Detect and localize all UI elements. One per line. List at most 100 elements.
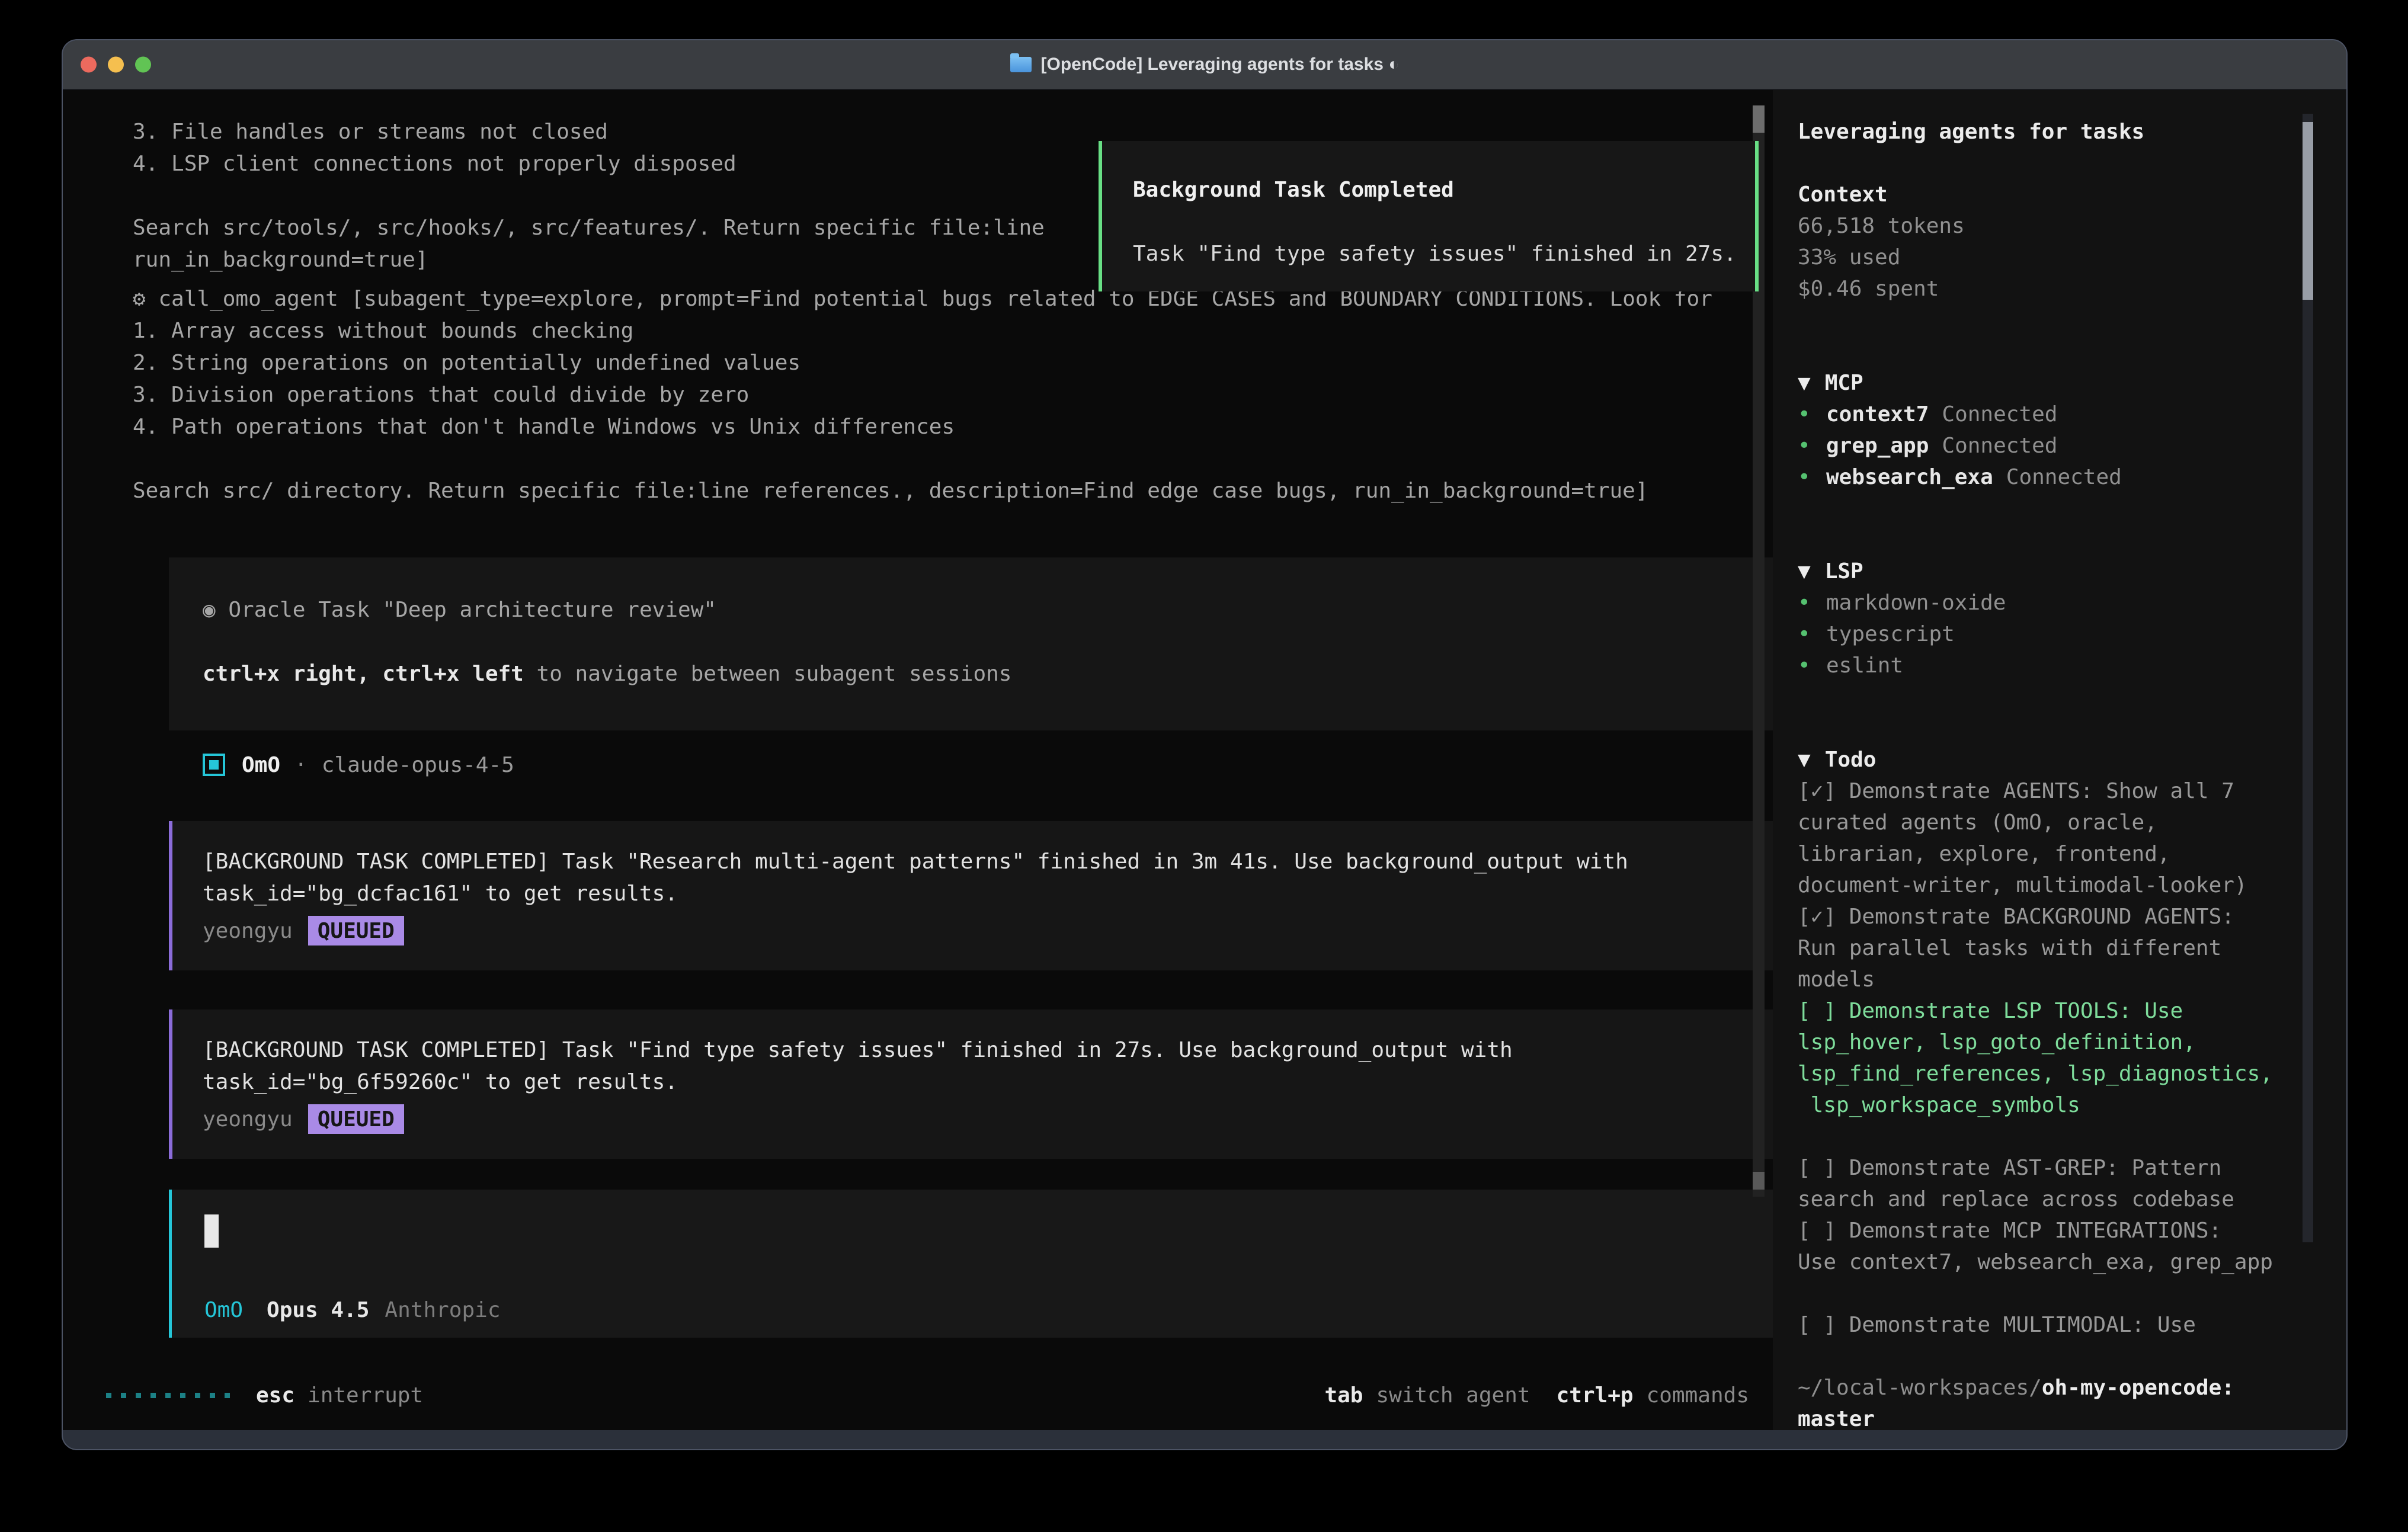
- workspace-branch: master: [1798, 1403, 2346, 1435]
- status-dot-icon: •: [1798, 618, 1826, 650]
- esc-key-hint: esc: [256, 1383, 294, 1408]
- oracle-task-title: ◉ Oracle Task "Deep architecture review": [203, 594, 1773, 626]
- session-title: Leveraging agents for tasks: [1798, 116, 2346, 148]
- status-badge: QUEUED: [308, 1104, 404, 1134]
- traffic-lights: [81, 57, 151, 73]
- task-message-line: [BACKGROUND TASK COMPLETED] Task "Find t…: [203, 1034, 1773, 1066]
- toast-title: Background Task Completed: [1133, 174, 1755, 206]
- collapse-arrow-icon: ▼: [1798, 559, 1811, 584]
- todo-line: Use context7, websearch_exa, grep_app: [1798, 1246, 2346, 1278]
- status-dot-icon: •: [1798, 461, 1826, 493]
- hint-keys: ctrl+x right, ctrl+x left: [203, 662, 524, 686]
- todo-line: [ ] Demonstrate LSP TOOLS: Use: [1798, 995, 2346, 1027]
- input-model-name: Opus 4.5: [267, 1298, 369, 1322]
- hint-text: to navigate between subagent sessions: [524, 662, 1012, 686]
- record-icon: ◉: [203, 598, 216, 622]
- tool-call-tail: Search src/ directory. Return specific f…: [133, 475, 1773, 507]
- tool-call-item: 2. String operations on potentially unde…: [133, 347, 1773, 379]
- todo-line: curated agents (OmO, oracle,: [1798, 807, 2346, 838]
- todo-line: lsp_find_references, lsp_diagnostics,: [1798, 1058, 2346, 1089]
- gear-icon: ⚙: [133, 287, 146, 311]
- background-task-toast: Background Task Completed Task "Find typ…: [1099, 141, 1759, 291]
- sidebar-scrollbar[interactable]: [2303, 114, 2313, 1242]
- context-tokens: 66,518 tokens: [1798, 210, 2346, 242]
- oracle-task-panel: ◉ Oracle Task "Deep architecture review"…: [169, 557, 1773, 730]
- omo-agent-icon: [203, 754, 225, 776]
- status-dot-icon: •: [1798, 430, 1826, 461]
- input-model-provider: Anthropic: [385, 1298, 500, 1322]
- todo-line: models: [1798, 964, 2346, 995]
- esc-key-label: interrupt: [308, 1383, 423, 1408]
- status-badge: QUEUED: [308, 916, 404, 946]
- tab-key-label: switch agent: [1376, 1383, 1530, 1408]
- session-sidebar: Leveraging agents for tasks Context 66,5…: [1773, 90, 2346, 1430]
- todo-section-header[interactable]: ▼Todo: [1798, 744, 2346, 775]
- todo-line: document-writer, multimodal-looker): [1798, 870, 2346, 901]
- context-heading: Context: [1798, 179, 2346, 210]
- terminal-pane[interactable]: 3. File handles or streams not closed 4.…: [63, 90, 1773, 1430]
- mcp-item: •websearch_exaConnected: [1798, 461, 2346, 493]
- separator-dot: ·: [294, 753, 308, 777]
- mcp-section-header[interactable]: ▼MCP: [1798, 367, 2346, 399]
- status-dot-icon: •: [1798, 650, 1826, 681]
- tool-call-block: ⚙ call_omo_agent [subagent_type=explore,…: [133, 283, 1773, 507]
- subagent-nav-hint: ctrl+x right, ctrl+x left to navigate be…: [203, 658, 1773, 690]
- task-message-line: task_id="bg_dcfac161" to get results.: [203, 878, 1773, 910]
- folder-icon: [1010, 57, 1032, 72]
- status-bar: esc interrupt tab switch agent ctrl+p co…: [106, 1379, 1749, 1411]
- mcp-item: •grep_appConnected: [1798, 430, 2346, 461]
- todo-line: Run parallel tasks with different: [1798, 932, 2346, 964]
- todo-line: [ ] Demonstrate MULTIMODAL: Use: [1798, 1309, 2346, 1341]
- context-used: 33% used: [1798, 242, 2346, 273]
- close-window-button[interactable]: [81, 57, 97, 73]
- app-window: [OpenCode] Leveraging agents for tasks ◐…: [62, 39, 2348, 1450]
- ctrlp-key-hint: ctrl+p: [1557, 1383, 1634, 1408]
- background-task-message: [BACKGROUND TASK COMPLETED] Task "Find t…: [169, 1009, 1773, 1159]
- status-dot-icon: •: [1798, 587, 1826, 618]
- todo-line: [✓] Demonstrate AGENTS: Show all 7: [1798, 775, 2346, 807]
- tool-call-item: 4. Path operations that don't handle Win…: [133, 411, 1773, 443]
- text-cursor: [204, 1214, 219, 1248]
- workspace-path: ~/local-workspaces/oh-my-opencode:: [1798, 1372, 2346, 1403]
- task-author: yeongyu: [203, 1107, 293, 1132]
- task-message-line: task_id="bg_6f59260c" to get results.: [203, 1066, 1773, 1098]
- scrollbar-thumb[interactable]: [2303, 122, 2313, 300]
- todo-line: [ ] Demonstrate MCP INTEGRATIONS:: [1798, 1215, 2346, 1246]
- task-message-line: [BACKGROUND TASK COMPLETED] Task "Resear…: [203, 846, 1773, 878]
- prompt-input[interactable]: OmO Opus 4.5 Anthropic: [169, 1190, 1773, 1338]
- toast-body: Task "Find type safety issues" finished …: [1133, 238, 1755, 270]
- task-author: yeongyu: [203, 919, 293, 943]
- context-spent: $0.46 spent: [1798, 273, 2346, 305]
- tool-call-item: 1. Array access without bounds checking: [133, 315, 1773, 347]
- todo-line: librarian, explore, frontend,: [1798, 838, 2346, 870]
- todo-line: lsp_hover, lsp_goto_definition,: [1798, 1027, 2346, 1058]
- agent-name: OmO: [242, 753, 280, 777]
- window-title-wrap: [OpenCode] Leveraging agents for tasks ◐: [1010, 55, 1400, 75]
- todo-line: [ ] Demonstrate AST-GREP: Pattern: [1798, 1152, 2346, 1184]
- todo-line: search and replace across codebase: [1798, 1184, 2346, 1215]
- mcp-item: •context7Connected: [1798, 399, 2346, 430]
- lsp-section-header[interactable]: ▼LSP: [1798, 556, 2346, 587]
- todo-line: lsp_workspace_symbols: [1798, 1089, 2346, 1121]
- tool-call-item: 3. Division operations that could divide…: [133, 379, 1773, 411]
- collapse-arrow-icon: ▼: [1798, 748, 1811, 772]
- minimize-window-button[interactable]: [108, 57, 124, 73]
- model-info-row: OmO Opus 4.5 Anthropic: [204, 1294, 1773, 1326]
- scrollbar-thumb[interactable]: [1753, 1172, 1765, 1190]
- background-task-message: [BACKGROUND TASK COMPLETED] Task "Resear…: [169, 821, 1773, 970]
- zoom-window-button[interactable]: [135, 57, 151, 73]
- agent-model-row: OmO · claude-opus-4-5: [203, 749, 1773, 781]
- tab-key-hint: tab: [1324, 1383, 1363, 1408]
- spinner-icon: [106, 1393, 230, 1398]
- todo-line: [✓] Demonstrate BACKGROUND AGENTS:: [1798, 901, 2346, 932]
- input-agent-name: OmO: [204, 1298, 243, 1322]
- agent-model: claude-opus-4-5: [322, 753, 514, 777]
- titlebar[interactable]: [OpenCode] Leveraging agents for tasks ◐: [63, 40, 2346, 90]
- lsp-item: •typescript: [1798, 618, 2346, 650]
- lsp-item: •eslint: [1798, 650, 2346, 681]
- window-title: [OpenCode] Leveraging agents for tasks ◐: [1041, 55, 1400, 75]
- scrollbar-thumb[interactable]: [1753, 105, 1765, 133]
- ctrlp-key-label: commands: [1647, 1383, 1749, 1408]
- collapse-arrow-icon: ▼: [1798, 371, 1811, 395]
- status-dot-icon: •: [1798, 399, 1826, 430]
